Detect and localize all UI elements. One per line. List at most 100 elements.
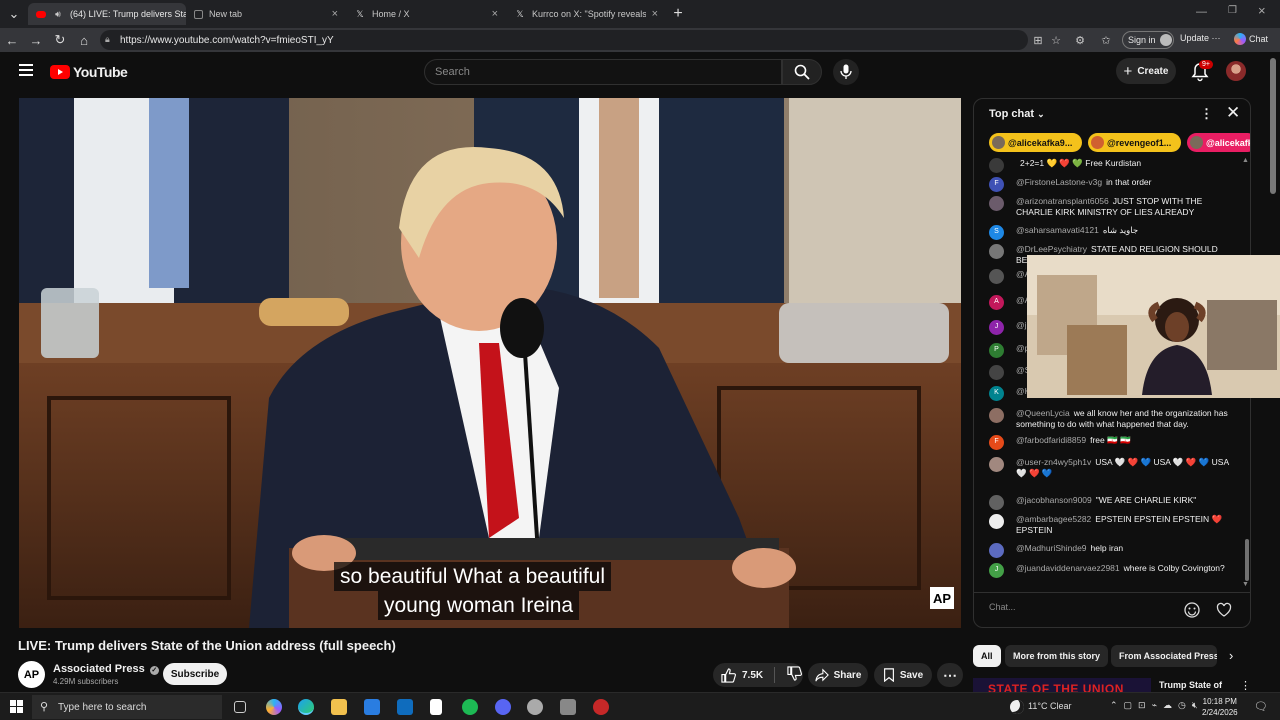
update-button[interactable]: Update ··· xyxy=(1180,33,1221,43)
pinned-donor-1[interactable]: @alicekafka9... xyxy=(989,133,1082,152)
create-button[interactable]: + Create xyxy=(1116,58,1176,84)
tab-home-x[interactable]: 𝕏 Home / X × xyxy=(346,3,506,25)
chat-user-avatar[interactable]: K xyxy=(989,386,1004,401)
discord-icon[interactable] xyxy=(495,699,511,715)
subscribe-button[interactable]: Subscribe xyxy=(163,663,227,685)
app-icon[interactable] xyxy=(527,699,543,715)
close-chat-icon[interactable]: ✕ xyxy=(1226,103,1240,123)
chat-username[interactable]: @QueenLycia xyxy=(1016,408,1070,418)
lock-icon[interactable]: 🔒︎ xyxy=(105,34,110,45)
chat-username[interactable]: @juandaviddenarvaez2981 xyxy=(1016,563,1120,573)
chat-user-avatar[interactable]: F xyxy=(989,177,1004,192)
close-tab-icon[interactable]: × xyxy=(332,8,338,20)
chat-username[interactable]: @FirstoneLastone-v3g xyxy=(1016,177,1102,187)
chat-user-avatar[interactable] xyxy=(989,158,1004,173)
channel-avatar[interactable]: AP xyxy=(18,661,45,688)
chip-more-from-this-story[interactable]: More from this story xyxy=(1005,645,1109,667)
scroll-up-icon[interactable]: ▲ xyxy=(1242,157,1249,164)
search-button[interactable] xyxy=(782,59,822,85)
scroll-down-icon[interactable]: ▼ xyxy=(1242,581,1249,588)
chat-username[interactable]: @DrLeePsychiatry xyxy=(1016,244,1087,254)
chat-user-avatar[interactable] xyxy=(989,269,1004,284)
chat-user-avatar[interactable]: P xyxy=(989,343,1004,358)
recommended-video-title[interactable]: Trump State of xyxy=(1159,680,1222,690)
favorite-star-icon[interactable]: ☆ xyxy=(1048,32,1064,48)
share-button[interactable]: Share xyxy=(808,663,868,687)
new-tab-plus-icon[interactable]: + xyxy=(666,2,690,26)
microsoft-store-icon[interactable] xyxy=(364,699,380,715)
chat-scrollbar[interactable] xyxy=(1245,539,1249,581)
spotify-icon[interactable] xyxy=(462,699,478,715)
favorites-icon[interactable]: ✩ xyxy=(1098,32,1114,48)
chat-user-avatar[interactable] xyxy=(989,365,1004,380)
page-scrollbar[interactable] xyxy=(1270,58,1276,194)
tab-kurrco-x[interactable]: 𝕏 Kurrco on X: "Spotify reveals its la × xyxy=(506,3,666,25)
close-window-icon[interactable]: × xyxy=(1258,3,1266,18)
weather-widget[interactable]: 11°C Clear xyxy=(1028,701,1071,711)
tab-search-icon[interactable]: ⌄ xyxy=(2,2,26,26)
chip-from-associated-press[interactable]: From Associated Press xyxy=(1111,645,1217,667)
top-chat-dropdown[interactable]: Top chat ⌄ xyxy=(989,108,1045,120)
notepad-icon[interactable] xyxy=(430,699,442,715)
home-icon[interactable]: ⌂ xyxy=(72,28,96,52)
chat-user-avatar[interactable] xyxy=(989,196,1004,211)
chat-user-avatar[interactable]: S xyxy=(989,225,1004,240)
chat-username[interactable]: @MadhuriShinde9 xyxy=(1016,543,1087,553)
chat-username[interactable]: @j xyxy=(1016,320,1027,330)
taskbar-search-input[interactable]: ⚲ Type here to search xyxy=(32,695,222,719)
chat-username[interactable]: @user-zn4wy5ph1v xyxy=(1016,457,1091,467)
windows-start-icon[interactable] xyxy=(10,700,23,713)
back-icon[interactable]: ← xyxy=(0,28,24,52)
app-icon[interactable] xyxy=(560,699,576,715)
heart-icon[interactable] xyxy=(1216,602,1232,618)
chip-all[interactable]: All xyxy=(973,645,1001,667)
notifications-center-icon[interactable]: 🗨︎ xyxy=(1254,700,1268,713)
restore-icon[interactable]: ❐ xyxy=(1228,5,1237,16)
chat-username[interactable]: @saharsamavati4121 xyxy=(1016,225,1099,235)
edge-browser-icon[interactable] xyxy=(298,699,314,715)
video-player[interactable]: so beautiful What a beautiful young woma… xyxy=(19,98,961,628)
chat-username[interactable]: @arizonatransplant6056 xyxy=(1016,196,1109,206)
chat-user-avatar[interactable]: J xyxy=(989,563,1004,578)
task-view-icon[interactable] xyxy=(234,701,246,713)
chat-user-avatar[interactable] xyxy=(989,543,1004,558)
chat-user-avatar[interactable]: J xyxy=(989,320,1004,335)
pinned-donor-2[interactable]: @revengeof1... xyxy=(1088,133,1181,152)
menu-icon[interactable] xyxy=(19,64,33,76)
sign-in-button[interactable]: Sign in xyxy=(1122,31,1174,49)
obs-icon[interactable] xyxy=(593,699,609,715)
save-button[interactable]: Save xyxy=(874,663,932,687)
apps-icon[interactable]: ⊞ xyxy=(1030,32,1046,48)
copilot-chat-button[interactable]: Chat xyxy=(1234,33,1268,45)
user-avatar[interactable] xyxy=(1226,61,1246,81)
system-tray-icons[interactable]: ⌃▢⊡⌁☁◷🔇︎ xyxy=(1110,700,1204,711)
tab-new-tab[interactable]: New tab × xyxy=(186,3,346,25)
more-actions-icon[interactable]: ⋯ xyxy=(937,663,963,687)
chat-input[interactable]: Chat... xyxy=(989,602,1179,620)
chat-user-avatar[interactable]: F xyxy=(989,435,1004,450)
speaker-icon[interactable]: 🔊︎ xyxy=(52,8,64,20)
chat-user-avatar[interactable] xyxy=(989,514,1004,529)
channel-name[interactable]: Associated Press ✓ xyxy=(53,663,159,675)
forward-icon[interactable]: → xyxy=(24,28,48,52)
chat-more-icon[interactable]: ⋮ xyxy=(1200,106,1213,122)
chat-user-avatar[interactable]: A xyxy=(989,295,1004,310)
close-tab-icon[interactable]: × xyxy=(652,8,658,20)
chat-user-avatar[interactable] xyxy=(989,495,1004,510)
close-tab-icon[interactable]: × xyxy=(492,8,498,20)
dislike-button[interactable] xyxy=(787,666,803,684)
chevron-right-icon[interactable]: › xyxy=(1229,648,1233,663)
recommended-more-icon[interactable]: ⋮ xyxy=(1240,679,1251,692)
chat-user-avatar[interactable] xyxy=(989,457,1004,472)
extensions-icon[interactable]: ⚙ xyxy=(1072,32,1088,48)
pinned-donor-3[interactable]: @alicekafk xyxy=(1187,133,1250,152)
copilot-taskbar-icon[interactable] xyxy=(266,699,282,715)
tab-youtube[interactable]: 🔊︎ (64) LIVE: Trump delivers State × xyxy=(28,3,186,25)
emoji-icon[interactable] xyxy=(1184,602,1200,618)
address-bar[interactable]: 🔒︎ https://www.youtube.com/watch?v=fmieo… xyxy=(100,30,1028,50)
chat-user-avatar[interactable] xyxy=(989,408,1004,423)
search-input[interactable]: Search xyxy=(424,59,782,85)
chat-username[interactable]: @jacobhanson9009 xyxy=(1016,495,1092,505)
chat-username[interactable]: @farbodfaridi8859 xyxy=(1016,435,1086,445)
youtube-logo[interactable]: YouTube xyxy=(50,64,128,80)
